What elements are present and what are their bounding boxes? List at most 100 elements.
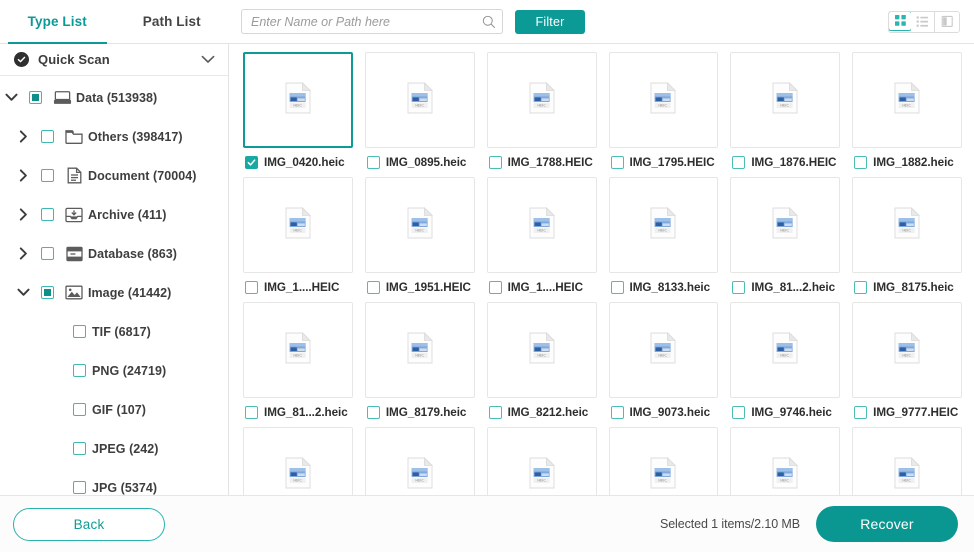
tree-item-database[interactable]: Database (863) (0, 234, 228, 273)
file-tile[interactable]: HEIC IMG_1882.heic (846, 52, 968, 177)
file-thumbnail[interactable]: HEIC (730, 427, 841, 495)
file-tile[interactable]: HEIC IMG_8212.heic (481, 302, 603, 427)
file-thumbnail[interactable]: HEIC (608, 52, 719, 148)
file-thumbnail[interactable]: HEIC (852, 52, 962, 148)
file-thumbnail[interactable]: HEIC (730, 177, 841, 273)
tree-item-checkbox[interactable] (66, 481, 92, 494)
file-thumbnail[interactable]: HEIC (364, 52, 475, 148)
file-tile[interactable]: HEIC IMG_9777.HEIC (846, 302, 968, 427)
file-thumbnail[interactable]: HEIC (243, 52, 353, 148)
tree-item-tif[interactable]: TIF (6817) (0, 312, 228, 351)
file-checkbox[interactable] (610, 406, 624, 419)
tree-item-document[interactable]: Document (70004) (0, 156, 228, 195)
file-tile[interactable]: HEIC IMG_1951.HEIC (359, 177, 481, 302)
tree-item-data[interactable]: Data (513938) (0, 78, 228, 117)
file-tile[interactable]: HEIC (237, 427, 359, 495)
tree-item-checkbox[interactable] (66, 364, 92, 377)
file-tile[interactable]: HEIC IMG_8179.heic (359, 302, 481, 427)
chevron-down-icon[interactable] (12, 288, 34, 297)
tree-item-others[interactable]: Others (398417) (0, 117, 228, 156)
file-thumbnail[interactable]: HEIC (608, 427, 719, 495)
file-tile[interactable]: HEIC IMG_0895.heic (359, 52, 481, 177)
file-tile[interactable]: HEIC IMG_9746.heic (724, 302, 846, 427)
tree-item-checkbox[interactable] (34, 130, 60, 143)
file-checkbox[interactable] (366, 156, 380, 169)
file-grid-panel[interactable]: HEIC IMG_0420.heic HEIC IMG_0895.heic HE… (229, 44, 974, 495)
file-thumbnail[interactable]: HEIC (243, 177, 353, 273)
tree-item-checkbox[interactable] (22, 91, 48, 104)
tree-item-jpeg[interactable]: JPEG (242) (0, 429, 228, 468)
file-tile[interactable]: HEIC IMG_1....HEIC (481, 177, 603, 302)
file-checkbox[interactable] (732, 406, 746, 419)
file-tile[interactable]: HEIC IMG_1788.HEIC (481, 52, 603, 177)
grid-view-icon[interactable] (889, 11, 912, 31)
recover-button[interactable]: Recover (816, 506, 958, 542)
file-tile[interactable]: HEIC IMG_9073.heic (603, 302, 725, 427)
file-thumbnail[interactable]: HEIC (608, 302, 719, 398)
tree-item-gif[interactable]: GIF (107) (0, 390, 228, 429)
file-checkbox[interactable] (488, 406, 502, 419)
tree-item-checkbox[interactable] (34, 286, 60, 299)
file-tile[interactable]: HEIC IMG_81...2.heic (724, 177, 846, 302)
filter-button[interactable]: Filter (515, 9, 585, 34)
file-checkbox[interactable] (854, 281, 868, 294)
file-checkbox[interactable] (366, 281, 380, 294)
file-tile[interactable]: HEIC IMG_1....HEIC (237, 177, 359, 302)
file-tile[interactable]: HEIC IMG_81...2.heic (237, 302, 359, 427)
file-thumbnail[interactable]: HEIC (486, 177, 597, 273)
tree-item-checkbox[interactable] (34, 247, 60, 260)
chevron-right-icon[interactable] (12, 169, 34, 182)
file-checkbox[interactable] (854, 406, 868, 419)
tree-item-checkbox[interactable] (34, 208, 60, 221)
file-tile[interactable]: HEIC IMG_8133.heic (603, 177, 725, 302)
file-checkbox[interactable] (366, 406, 380, 419)
file-checkbox[interactable] (245, 281, 258, 294)
tree-item-checkbox[interactable] (66, 403, 92, 416)
tree-item-checkbox[interactable] (34, 169, 60, 182)
file-tile[interactable]: HEIC (846, 427, 968, 495)
file-tile[interactable]: HEIC IMG_8175.heic (846, 177, 968, 302)
file-tile[interactable]: HEIC IMG_0420.heic (237, 52, 359, 177)
list-view-icon[interactable] (911, 11, 935, 32)
file-thumbnail[interactable]: HEIC (730, 302, 841, 398)
file-thumbnail[interactable]: HEIC (852, 302, 962, 398)
file-checkbox[interactable] (488, 281, 502, 294)
chevron-right-icon[interactable] (12, 208, 34, 221)
tab-path-list[interactable]: Path List (115, 0, 230, 43)
chevron-down-icon[interactable] (0, 93, 22, 102)
file-thumbnail[interactable]: HEIC (852, 427, 962, 495)
quick-scan-header[interactable]: Quick Scan (0, 44, 228, 76)
tree-item-archive[interactable]: Archive (411) (0, 195, 228, 234)
file-checkbox[interactable] (732, 281, 746, 294)
file-checkbox[interactable] (610, 281, 624, 294)
tab-type-list[interactable]: Type List (0, 0, 115, 44)
file-checkbox[interactable] (488, 156, 502, 169)
file-thumbnail[interactable]: HEIC (730, 52, 841, 148)
tree-item-jpg[interactable]: JPG (5374) (0, 468, 228, 495)
file-checkbox[interactable] (245, 406, 258, 419)
chevron-right-icon[interactable] (12, 130, 34, 143)
tree-item-png[interactable]: PNG (24719) (0, 351, 228, 390)
file-checkbox[interactable] (854, 156, 868, 169)
file-tile[interactable]: HEIC (724, 427, 846, 495)
tree-item-image[interactable]: Image (41442) (0, 273, 228, 312)
chevron-right-icon[interactable] (12, 247, 34, 260)
file-thumbnail[interactable]: HEIC (486, 427, 597, 495)
file-checkbox[interactable] (732, 156, 746, 169)
back-button[interactable]: Back (13, 507, 165, 541)
tree-item-checkbox[interactable] (66, 442, 92, 455)
file-tile[interactable]: HEIC IMG_1876.HEIC (724, 52, 846, 177)
chevron-down-icon[interactable] (201, 51, 215, 69)
file-thumbnail[interactable]: HEIC (608, 177, 719, 273)
file-thumbnail[interactable]: HEIC (364, 427, 475, 495)
file-thumbnail[interactable]: HEIC (852, 177, 962, 273)
file-tile[interactable]: HEIC IMG_1795.HEIC (603, 52, 725, 177)
detail-view-icon[interactable] (935, 11, 959, 32)
file-thumbnail[interactable]: HEIC (486, 302, 597, 398)
file-checkbox[interactable] (610, 156, 624, 169)
file-thumbnail[interactable]: HEIC (364, 177, 475, 273)
file-tile[interactable]: HEIC (481, 427, 603, 495)
file-tile[interactable]: HEIC (603, 427, 725, 495)
file-thumbnail[interactable]: HEIC (243, 302, 353, 398)
file-thumbnail[interactable]: HEIC (243, 427, 353, 495)
